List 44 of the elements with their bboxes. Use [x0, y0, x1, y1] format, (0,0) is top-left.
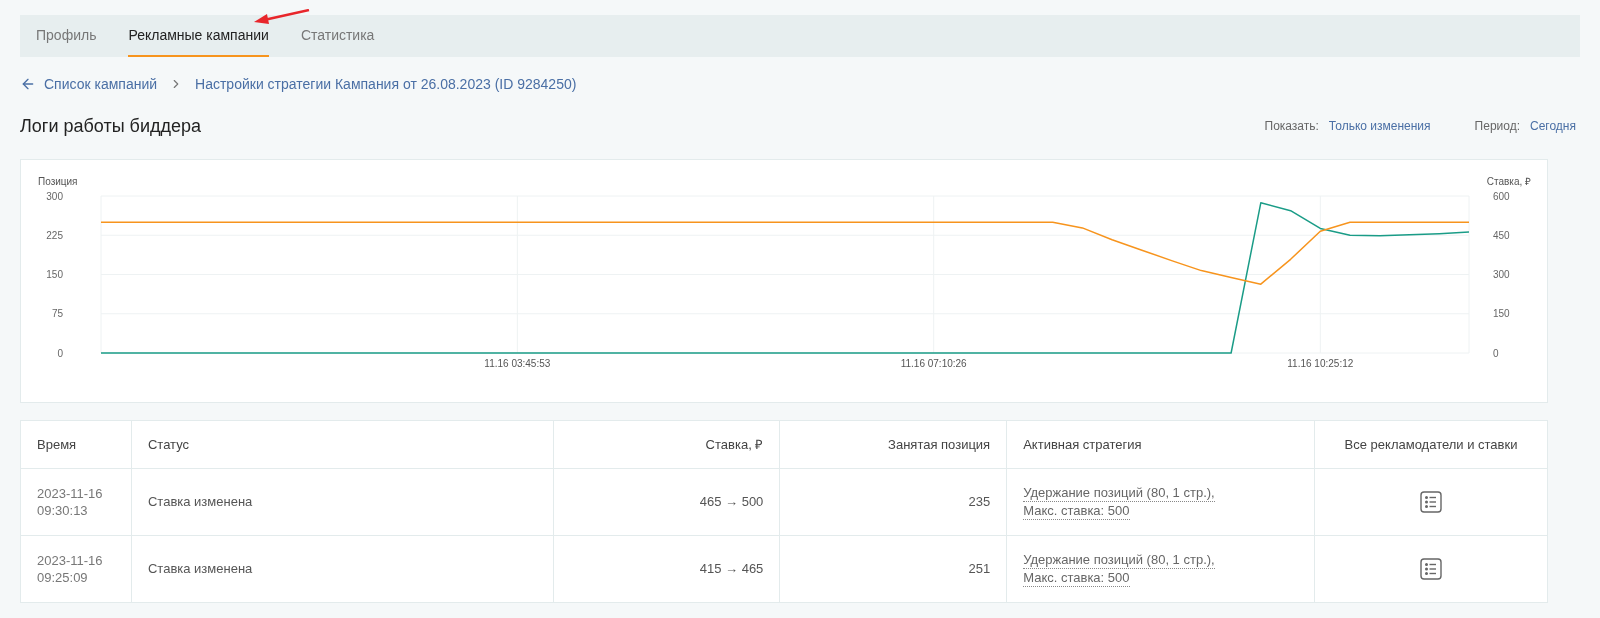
table-cell: 465 → 500	[699, 494, 764, 510]
table-cell: 235	[968, 494, 991, 510]
filter-label: Период:	[1474, 118, 1520, 135]
filter-value[interactable]: Только изменения	[1328, 117, 1431, 135]
axis-label: 11.16 03:45:53	[484, 358, 551, 369]
axis-label: 11.16 07:10:26	[900, 358, 967, 369]
axis-label: 150	[46, 269, 63, 280]
axis-label: 300	[1493, 269, 1510, 280]
table-cell-text: 2023-11-16 09:30:13	[37, 485, 104, 519]
tab[interactable]: Профиль	[36, 15, 97, 57]
axis-label: 300	[46, 190, 63, 202]
table-cell: Ставка изменена	[147, 494, 253, 510]
table-cell: Ставка изменена	[147, 561, 253, 577]
axis-label: 225	[46, 229, 63, 241]
breadcrumb-link[interactable]: Настройки стратегии Кампания от 26.08.2023 (ID 9284250)	[195, 73, 577, 95]
axis-label: 0	[57, 347, 63, 359]
strategy-link[interactable]: Макс. ставка: 500	[1023, 502, 1130, 520]
axis-label: 150	[1493, 308, 1510, 320]
column-header: Занятая позиция	[779, 420, 1007, 469]
column-header: Ставка, ₽	[553, 420, 780, 469]
strategy-link[interactable]: Удержание позиций (80, 1 стр.),	[1023, 551, 1215, 569]
strategy-link[interactable]: Удержание позиций (80, 1 стр.),	[1023, 484, 1215, 502]
axis-label: 11.16 10:25:12	[1287, 358, 1354, 369]
strategy-link[interactable]: Макс. ставка: 500	[1023, 569, 1130, 587]
table-cell-text: 2023-11-16 09:25:09	[37, 552, 104, 586]
list-icon[interactable]	[1420, 558, 1443, 580]
breadcrumb-link[interactable]: Список кампаний	[44, 73, 158, 95]
axis-title: Ставка, ₽	[1486, 176, 1531, 187]
axis-label: 450	[1493, 229, 1510, 241]
axis-title: Позиция	[38, 176, 78, 187]
filter-value[interactable]: Сегодня	[1530, 117, 1576, 135]
page-title: Логи работы биддера	[20, 114, 201, 138]
axis-label: 600	[1493, 190, 1510, 202]
tab[interactable]: Статистика	[300, 15, 375, 57]
table-cell: 251	[968, 561, 991, 577]
column-header: Время	[20, 420, 132, 469]
column-header: Статус	[131, 420, 554, 469]
list-icon[interactable]	[1420, 491, 1443, 513]
column-header: Все рекламодатели и ставки	[1314, 420, 1548, 469]
filter-label: Показать:	[1264, 118, 1319, 135]
axis-label: 75	[51, 308, 63, 320]
table-cell: 415 → 465	[699, 561, 764, 577]
axis-label: 0	[1493, 347, 1499, 359]
column-header: Активная стратегия	[1006, 420, 1315, 469]
